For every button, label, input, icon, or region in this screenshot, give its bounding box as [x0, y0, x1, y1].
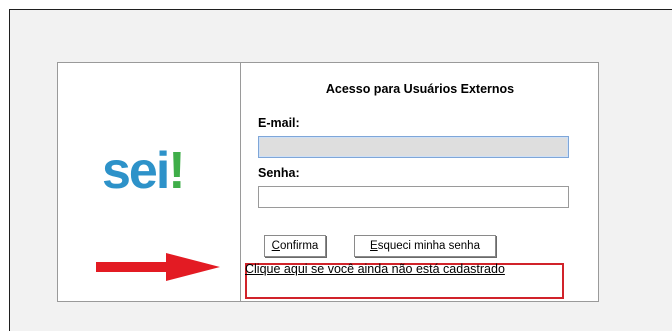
password-field[interactable]	[258, 186, 569, 208]
page-viewport: sei! Acesso para Usuários Externos E-mai…	[9, 9, 672, 331]
email-field[interactable]	[258, 136, 569, 158]
sei-logo: sei!	[102, 142, 186, 200]
logo-exclamation: !	[168, 142, 185, 200]
login-title: Acesso para Usuários Externos	[325, 82, 515, 96]
forgot-password-label: Esqueci minha senha	[370, 240, 480, 252]
right-arrow-icon	[96, 253, 220, 281]
logo-text: sei	[102, 142, 170, 200]
password-label: Senha:	[258, 166, 300, 180]
confirm-button[interactable]: Confirma	[264, 235, 326, 257]
register-link[interactable]: Clique aqui se você ainda não está cadas…	[245, 262, 505, 276]
arrow-shape	[96, 253, 220, 281]
email-label: E-mail:	[258, 116, 300, 130]
confirm-button-label: Confirma	[271, 240, 319, 252]
forgot-password-button[interactable]: Esqueci minha senha	[354, 235, 496, 257]
